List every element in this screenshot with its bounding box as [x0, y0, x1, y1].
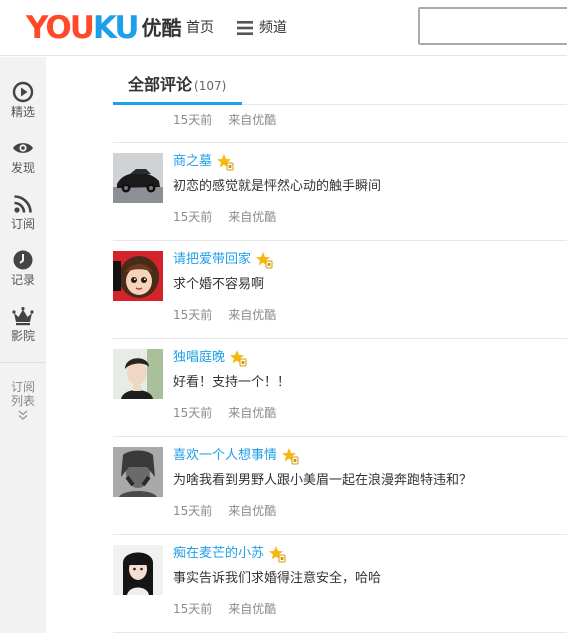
comment-count: (107): [194, 79, 227, 93]
comment-source: 来自优酷: [228, 308, 277, 322]
sidebar-item-cinema[interactable]: 影院: [0, 305, 46, 344]
sidebar-item-label: 发现: [10, 161, 35, 175]
comment-time: 15天前: [173, 504, 213, 518]
sidebar-item-label: 影院: [10, 329, 35, 343]
comment-item: 独唱庭晚 好看！支持一个！！ 15天前 来自优酷: [113, 338, 567, 436]
double-chevron-down-icon: [18, 410, 28, 420]
comment-source: 来自优酷: [228, 406, 277, 420]
nav-home-link[interactable]: 首页: [186, 18, 214, 38]
comment-text: 好看！支持一个！！: [173, 375, 291, 390]
tab-all-comments-label: 全部评论: [128, 75, 193, 94]
comment-user-line: 请把爱带回家: [173, 250, 273, 270]
user-avatar[interactable]: [113, 251, 163, 301]
comment-user-line: 喜欢一个人想事情: [173, 446, 299, 466]
comment-time: 15天前: [173, 210, 213, 224]
comment-tab-bar: 全部评论 (107): [113, 71, 567, 105]
comment-item: 痴在麦芒的小苏 事实告诉我们求婚得注意安全，哈哈 15天前 来自优酷: [113, 534, 567, 632]
user-avatar[interactable]: [113, 447, 163, 497]
comment-time: 15天前: [173, 602, 213, 616]
comment-item: 商之墓 初恋的感觉就是怦然心动的触手瞬间 15天前 来自优酷: [113, 142, 567, 240]
comment-username[interactable]: 喜欢一个人想事情: [173, 446, 277, 466]
comment-text: 求个婚不容易啊: [173, 277, 265, 292]
young-man-avatar: [113, 349, 163, 399]
cartoon-girl-avatar: [113, 251, 163, 301]
tab-all-comments[interactable]: 全部评论 (107): [113, 71, 242, 105]
comment-text: 为啥我看到男野人跟小美眉一起在浪漫奔跑特违和？: [173, 473, 473, 488]
sidebar-item-featured[interactable]: 精选: [0, 81, 46, 120]
comment-meta: 15天前 来自优酷: [173, 112, 276, 128]
hamburger-menu-icon: [237, 21, 253, 35]
sidebar-item-label: 精选: [10, 105, 35, 119]
user-avatar[interactable]: [113, 349, 163, 399]
vip-badge-icon: [269, 546, 286, 563]
vip-badge-icon: [217, 154, 234, 171]
subscription-list-toggle[interactable]: 订阅 列表: [0, 380, 46, 421]
comment-user-line: 独唱庭晚: [173, 348, 247, 368]
comment-source: 来自优酷: [228, 504, 277, 518]
comment-meta: 15天前 来自优酷: [173, 601, 276, 617]
sidebar-item-subscribe[interactable]: 订阅: [0, 193, 46, 232]
comment-time: 15天前: [173, 113, 213, 127]
play-circle-icon: [12, 81, 34, 103]
nav-channel-label: 频道: [259, 20, 287, 36]
nav-channel-menu[interactable]: 频道: [237, 18, 287, 38]
vip-badge-icon: [282, 448, 299, 465]
bw-face-avatar: [113, 447, 163, 497]
rss-icon: [14, 195, 32, 213]
clock-icon: [13, 250, 33, 270]
sidebar-divider: [0, 362, 46, 363]
comment-source: 来自优酷: [228, 113, 277, 127]
comment-username[interactable]: 独唱庭晚: [173, 348, 225, 368]
comment-source: 来自优酷: [228, 602, 277, 616]
top-header: YOUKU 优酷 首页 频道: [0, 0, 567, 56]
crown-icon: [12, 307, 34, 326]
user-avatar[interactable]: [113, 153, 163, 203]
comment-username[interactable]: 商之墓: [173, 152, 212, 172]
comment-meta: 15天前 来自优酷: [173, 405, 276, 421]
subscription-list-label-line1: 订阅: [10, 380, 35, 394]
youku-logo[interactable]: YOUKU 优酷: [26, 10, 182, 46]
comment-source: 来自优酷: [228, 210, 277, 224]
vip-badge-icon: [230, 350, 247, 367]
sidebar-item-label: 订阅: [10, 217, 35, 231]
eye-icon: [13, 143, 33, 153]
user-avatar[interactable]: [113, 545, 163, 595]
comment-meta: 15天前 来自优酷: [173, 307, 276, 323]
comment-text: 事实告诉我们求婚得注意安全，哈哈: [173, 571, 382, 586]
comment-time: 15天前: [173, 308, 213, 322]
logo-wordmark: YOUKU: [26, 10, 140, 46]
car-avatar: [113, 153, 163, 203]
sidebar-item-label: 记录: [10, 273, 35, 287]
comment-text: 初恋的感觉就是怦然心动的触手瞬间: [173, 179, 382, 194]
comment-item: 喜欢一个人想事情 为啥我看到男野人跟小美眉一起在浪漫奔跑特违和？ 15天前 来自优…: [113, 436, 567, 534]
comment-meta: 15天前 来自优酷: [173, 209, 276, 225]
logo-chinese: 优酷: [141, 16, 182, 40]
left-sidebar: 精选 发现 订阅 记录 影院 订阅 列表: [0, 57, 46, 633]
girl-avatar: [113, 545, 163, 595]
subscription-list-label-line2: 列表: [10, 394, 35, 408]
comment-user-line: 痴在麦芒的小苏: [173, 544, 286, 564]
search-input[interactable]: [418, 7, 567, 45]
sidebar-item-discover[interactable]: 发现: [0, 137, 46, 176]
comment-meta: 15天前 来自优酷: [173, 503, 276, 519]
comment-item: 请把爱带回家 求个婚不容易啊 15天前 来自优酷: [113, 240, 567, 338]
comment-username[interactable]: 痴在麦芒的小苏: [173, 544, 264, 564]
comment-username[interactable]: 请把爱带回家: [173, 250, 251, 270]
comment-user-line: 商之墓: [173, 152, 234, 172]
vip-badge-icon: [256, 252, 273, 269]
comment-time: 15天前: [173, 406, 213, 420]
sidebar-item-history[interactable]: 记录: [0, 249, 46, 288]
